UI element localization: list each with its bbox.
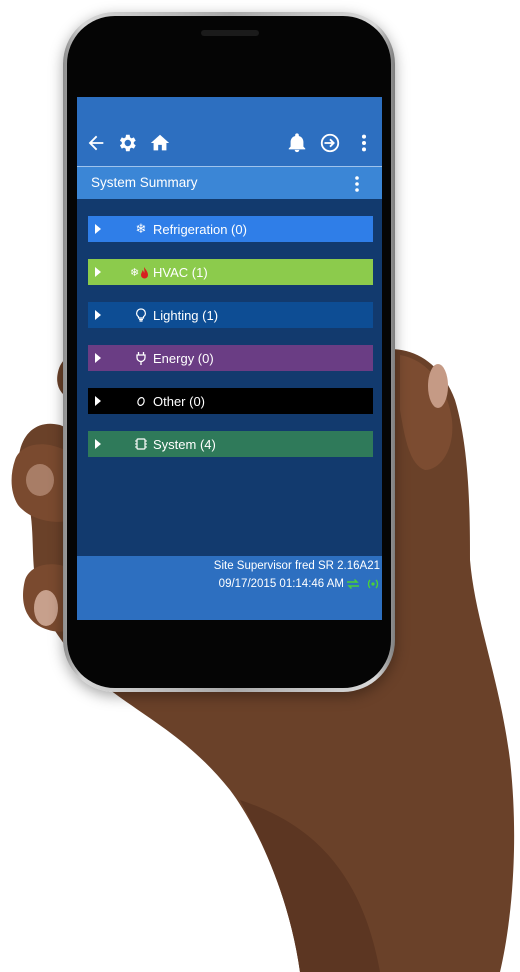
- more-vertical-icon[interactable]: [352, 175, 362, 193]
- chevron-right-icon: [95, 439, 101, 449]
- connection-icon: [366, 578, 380, 590]
- category-system[interactable]: System (4): [88, 431, 373, 457]
- category-label: System (4): [153, 437, 216, 452]
- status-footer: Site Supervisor fred SR 2.16A21 09/17/20…: [77, 556, 382, 620]
- phone-screen: System Summary ❄ Refrigeration (0) ❄ HVA…: [77, 97, 382, 620]
- arrow-left-icon[interactable]: [85, 132, 107, 154]
- category-hvac[interactable]: ❄ HVAC (1): [88, 259, 373, 285]
- category-refrigeration[interactable]: ❄ Refrigeration (0): [88, 216, 373, 242]
- gear-icon[interactable]: [116, 132, 138, 154]
- category-lighting[interactable]: Lighting (1): [88, 302, 373, 328]
- sync-arrows-icon: [346, 578, 360, 590]
- chevron-right-icon: [95, 396, 101, 406]
- other-icon: [133, 393, 149, 409]
- category-other[interactable]: Other (0): [88, 388, 373, 414]
- sub-header: System Summary: [77, 166, 382, 199]
- category-label: Other (0): [153, 394, 206, 409]
- page-title: System Summary: [91, 175, 198, 190]
- timestamp: 09/17/2015 01:14:46 AM: [218, 578, 344, 590]
- logout-icon[interactable]: [319, 132, 341, 154]
- category-label: Refrigeration (0): [153, 222, 247, 237]
- chevron-right-icon: [95, 310, 101, 320]
- app-bar: [77, 97, 382, 166]
- svg-text:❄: ❄: [130, 266, 139, 279]
- chevron-right-icon: [95, 267, 101, 277]
- more-vertical-icon[interactable]: [353, 132, 375, 154]
- home-icon[interactable]: [149, 132, 171, 154]
- site-info: Site Supervisor fred SR 2.16A21: [213, 560, 380, 572]
- lightbulb-icon: [133, 307, 149, 323]
- chevron-right-icon: [95, 224, 101, 234]
- category-label: Lighting (1): [153, 308, 219, 323]
- plug-icon: [133, 350, 149, 366]
- snowflake-icon: ❄: [135, 221, 147, 236]
- bell-icon[interactable]: [286, 132, 308, 154]
- hvac-icon: ❄: [129, 264, 151, 280]
- category-label: HVAC (1): [153, 265, 208, 280]
- phone-speaker: [201, 30, 259, 36]
- chevron-right-icon: [95, 353, 101, 363]
- category-label: Energy (0): [153, 351, 214, 366]
- category-energy[interactable]: Energy (0): [88, 345, 373, 371]
- chip-icon: [133, 436, 149, 452]
